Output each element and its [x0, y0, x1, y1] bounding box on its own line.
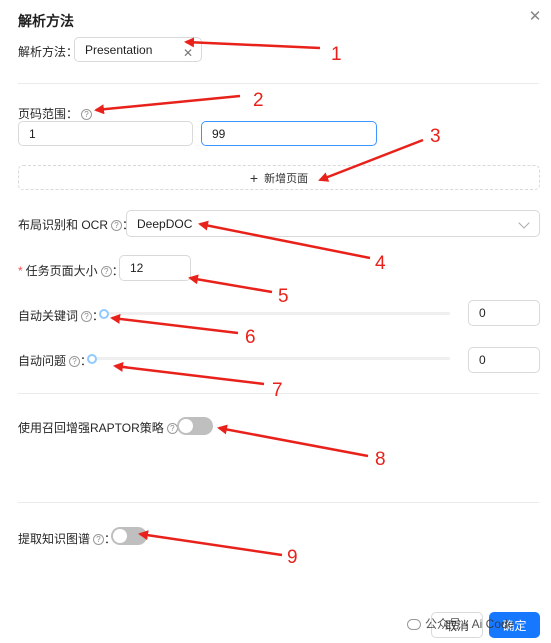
arrow-1 [184, 37, 321, 50]
arrow-8 [217, 424, 369, 458]
annotation-1: 1 [331, 44, 342, 65]
annotation-4: 4 [375, 253, 386, 274]
annotation-6: 6 [245, 327, 256, 348]
annotation-3: 3 [430, 126, 441, 147]
arrow-3 [318, 138, 424, 182]
annotation-9: 9 [287, 547, 298, 568]
arrow-4 [198, 220, 371, 260]
arrow-5 [188, 274, 273, 294]
arrow-7 [113, 361, 265, 386]
arrow-9 [138, 530, 283, 557]
annotation-7: 7 [272, 380, 283, 401]
annotation-5: 5 [278, 286, 289, 307]
annotation-8: 8 [375, 449, 386, 470]
arrow-2 [94, 94, 241, 115]
arrow-6 [110, 313, 239, 335]
annotation-2: 2 [253, 90, 264, 111]
annotation-arrows [94, 37, 424, 557]
